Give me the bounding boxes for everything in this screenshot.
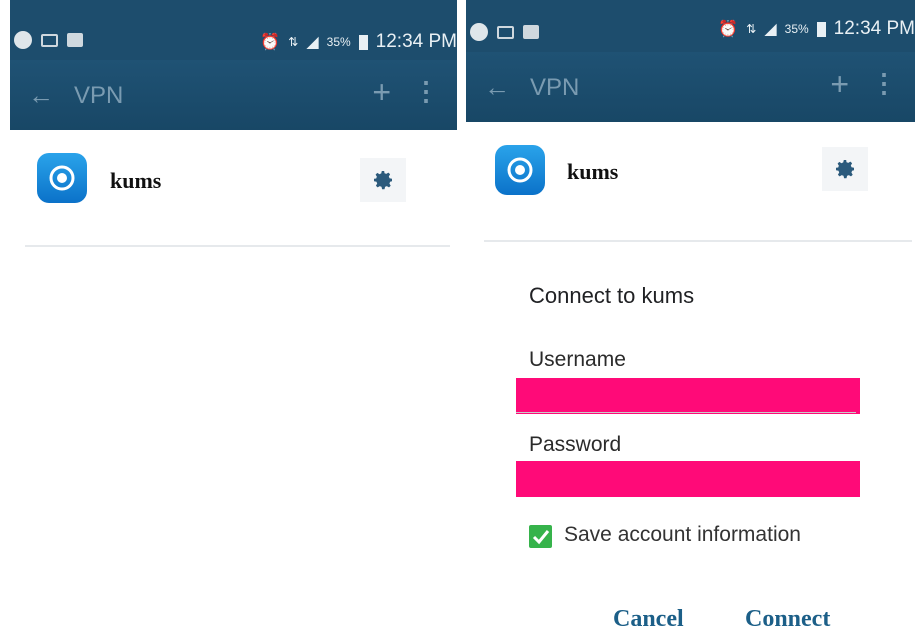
vpn-app-icon	[37, 153, 87, 203]
add-icon[interactable]: +	[830, 66, 849, 103]
vpn-profile-row[interactable]: kums	[10, 135, 457, 235]
battery-icon	[816, 21, 826, 37]
data-icon: ⇅	[746, 22, 757, 36]
dialog-title: Connect to kums	[529, 283, 695, 308]
battery-percent: 35%	[326, 35, 351, 49]
vpn-app-icon	[495, 145, 545, 195]
data-icon: ⇅	[288, 35, 299, 49]
vpn-profile-name: kums	[567, 159, 619, 184]
signal-icon: ◢	[764, 21, 777, 38]
vpn-profile-row[interactable]: kums	[466, 125, 915, 225]
vpn-connect-screen: ⏰ ⇅ ◢ 35% 12:34 PM ← VPN + ⋮ kums Connec…	[466, 0, 915, 633]
alarm-icon: ⏰	[718, 21, 739, 38]
status-time: 12:34 PM	[833, 18, 915, 39]
battery-icon	[358, 34, 368, 50]
back-arrow-icon[interactable]: ←	[28, 80, 54, 111]
check-icon	[532, 530, 550, 545]
username-underline	[516, 412, 856, 413]
save-account-label: Save account information	[564, 523, 801, 546]
alarm-icon: ⏰	[260, 34, 281, 51]
cancel-button[interactable]: Cancel	[613, 606, 684, 633]
save-account-checkbox[interactable]	[529, 525, 552, 548]
more-vert-icon[interactable]: ⋮	[413, 76, 439, 107]
add-icon[interactable]: +	[372, 74, 391, 111]
sim-icon	[67, 33, 83, 47]
action-bar: ← VPN + ⋮	[466, 52, 915, 122]
username-label: Username	[529, 348, 626, 371]
connect-button[interactable]: Connect	[745, 606, 830, 633]
status-bar: ⏰ ⇅ ◢ 35% 12:34 PM	[466, 0, 915, 52]
mail-icon	[497, 25, 514, 39]
back-arrow-icon[interactable]: ←	[484, 72, 510, 103]
password-label: Password	[529, 433, 622, 456]
status-app-icon	[14, 31, 32, 49]
password-field[interactable]	[516, 461, 860, 497]
sim-icon	[523, 25, 539, 39]
divider	[25, 245, 450, 247]
gear-icon[interactable]	[822, 147, 868, 191]
status-app-icon	[470, 23, 488, 41]
mail-icon	[41, 33, 58, 47]
vpn-list-screen: ⏰ ⇅ ◢ 35% 12:34 PM ← VPN + ⋮ kums	[10, 0, 457, 633]
more-vert-icon[interactable]: ⋮	[871, 68, 897, 99]
divider	[484, 240, 912, 242]
status-time: 12:34 PM	[375, 31, 457, 52]
username-field[interactable]	[516, 378, 860, 414]
gear-icon[interactable]	[360, 158, 406, 202]
status-bar: ⏰ ⇅ ◢ 35% 12:34 PM	[10, 0, 457, 60]
page-title: VPN	[74, 82, 124, 109]
signal-icon: ◢	[306, 34, 319, 51]
page-title: VPN	[530, 74, 580, 101]
battery-percent: 35%	[784, 22, 809, 36]
action-bar: ← VPN + ⋮	[10, 60, 457, 130]
vpn-profile-name: kums	[110, 168, 162, 193]
